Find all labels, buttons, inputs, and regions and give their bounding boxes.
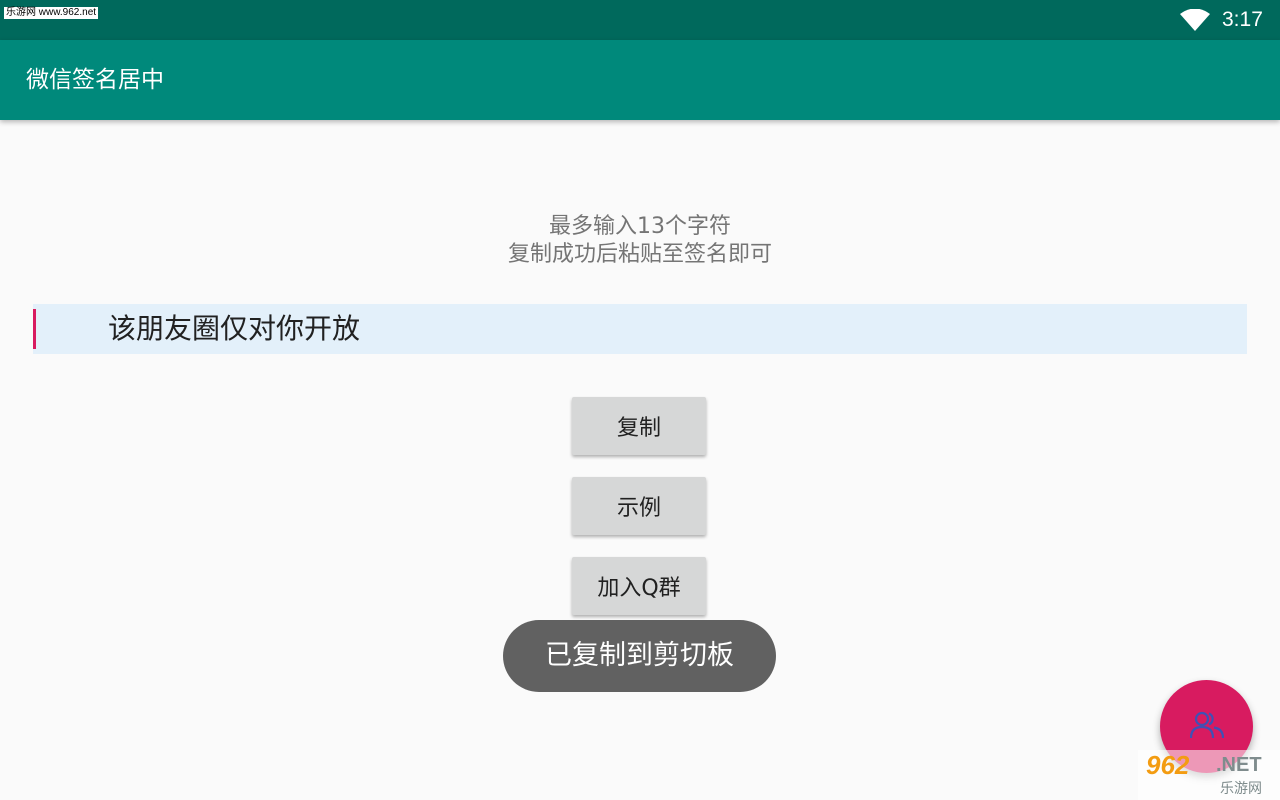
hint-text: 最多输入13个字符 复制成功后粘贴至签名即可 — [0, 213, 1280, 269]
watermark-number: 962 — [1146, 750, 1190, 780]
watermark-site-name: 乐游网 — [1220, 781, 1262, 797]
join-group-button[interactable]: 加入Q群 — [572, 557, 706, 615]
wifi-icon — [1180, 9, 1210, 31]
hint-line-2: 复制成功后粘贴至签名即可 — [507, 242, 772, 267]
text-cursor — [33, 309, 36, 349]
people-icon — [1190, 711, 1224, 739]
copy-button[interactable]: 复制 — [572, 397, 706, 455]
status-time: 3:17 — [1222, 8, 1263, 31]
example-button[interactable]: 示例 — [572, 477, 706, 535]
app-title: 微信签名居中 — [26, 67, 164, 93]
watermark-suffix: .NET — [1216, 754, 1262, 776]
site-watermark: 962 .NET 乐游网 — [1138, 750, 1280, 800]
status-bar: 乐游网 www.962.net 3:17 — [0, 0, 1280, 40]
hint-line-1: 最多输入13个字符 — [549, 214, 731, 239]
watermark-label: 乐游网 www.962.net — [4, 7, 99, 19]
signature-input-value[interactable]: 该朋友圈仅对你开放 — [108, 312, 360, 346]
toast-message: 已复制到剪切板 — [503, 620, 776, 692]
app-bar: 微信签名居中 — [0, 40, 1280, 120]
signature-input[interactable]: 该朋友圈仅对你开放 — [33, 304, 1247, 354]
